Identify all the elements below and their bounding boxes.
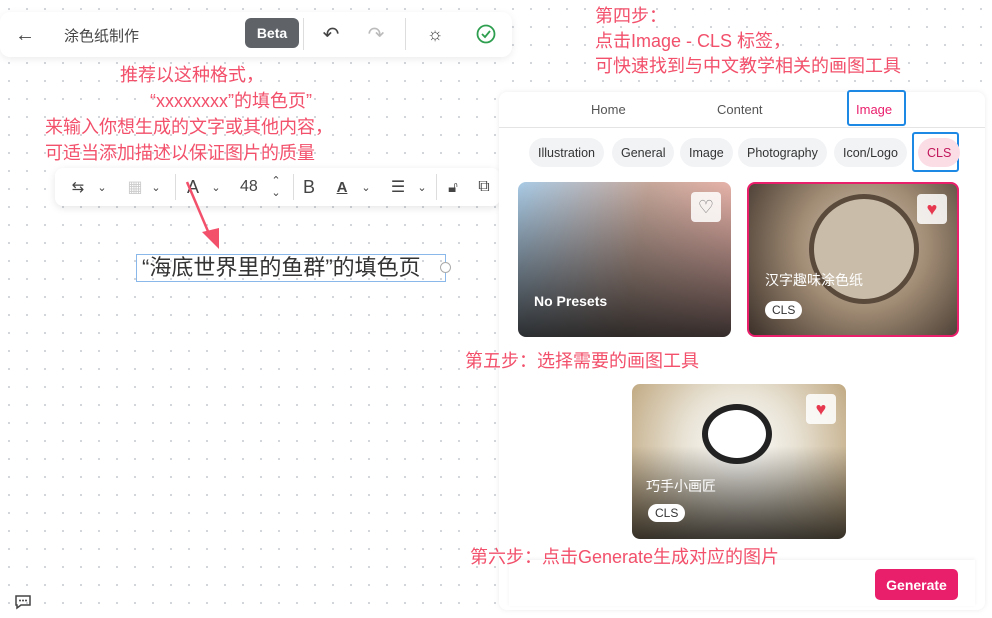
redo-icon[interactable]: ↷ [364, 22, 388, 46]
chevron-down-icon[interactable]: ⌄ [209, 176, 223, 198]
top-bar: ← 涂色纸制作 Beta ↶ ↷ ☼ [0, 12, 512, 57]
undo-icon[interactable]: ↶ [319, 22, 343, 46]
chip-general[interactable]: General [612, 138, 675, 167]
font-size-stepper-icon[interactable]: ⌃ ⌄ [268, 172, 284, 202]
chip-icon-logo[interactable]: Icon/Logo [834, 138, 907, 167]
chip-image[interactable]: Image [680, 138, 733, 167]
annotation-format-1: 推荐以这种格式， [120, 65, 264, 85]
bold-icon[interactable]: B [298, 176, 320, 198]
heart-filled-icon[interactable]: ♥ [806, 394, 836, 424]
chevron-down-icon[interactable]: ⌄ [359, 176, 373, 198]
align-icon[interactable]: ☰ [387, 176, 409, 198]
heart-filled-icon[interactable]: ♥ [917, 194, 947, 224]
chevron-down-icon[interactable]: ⌄ [415, 176, 429, 198]
tab-image[interactable]: Image [856, 102, 892, 117]
swap-icon[interactable]: ⇆ [67, 176, 89, 198]
rotate-handle[interactable] [440, 262, 451, 273]
chevron-down-icon[interactable]: ⌄ [95, 176, 109, 198]
annotation-format-4: 可适当添加描述以保证图片的质量 [45, 143, 315, 163]
card-tag: CLS [648, 504, 686, 522]
tab-home[interactable]: Home [591, 102, 626, 117]
chip-illustration[interactable]: Illustration [529, 138, 604, 167]
chip-photography[interactable]: Photography [738, 138, 827, 167]
annotation-step6: 第六步：点击Generate生成对应的图片 [470, 547, 780, 567]
card-name: 巧手小画匠 [646, 478, 716, 494]
annotation-step5: 第五步：选择需要的画图工具 [465, 351, 699, 371]
check-circle-icon[interactable] [474, 22, 498, 46]
text-toolbar: ⇆ ⌄ ▦ ⌄ A ⌄ 48 ⌃ ⌄ B A ⌄ ☰ ⌄ 🔓︎ ⧉ [55, 168, 500, 206]
sun-icon[interactable]: ☼ [423, 22, 447, 46]
card-name: No Presets [534, 293, 608, 309]
annotation-step4-line: 可快速找到与中文教学相关的画图工具 [595, 56, 901, 76]
fill-pattern-icon[interactable]: ▦ [125, 177, 145, 197]
annotation-step4-line: 第四步： [595, 6, 667, 26]
card-name: 汉字趣味涂色纸 [765, 272, 863, 288]
preset-card-painter[interactable]: ♥ 巧手小画匠 CLS [632, 384, 846, 539]
text-color-icon[interactable]: A [331, 176, 353, 198]
unlock-icon[interactable]: 🔓︎ [442, 176, 464, 198]
font-icon[interactable]: A [182, 176, 204, 198]
document-title[interactable]: 涂色纸制作 [64, 25, 139, 46]
font-size-value[interactable]: 48 [240, 178, 258, 196]
chat-icon[interactable] [12, 592, 34, 612]
annotation-step4-line: 点击Image - CLS 标签， [595, 31, 792, 51]
beta-badge: Beta [245, 18, 299, 48]
chip-cls[interactable]: CLS [918, 138, 961, 167]
annotation-format-3: 来输入你想生成的文字或其他内容， [45, 117, 333, 137]
panda-illustration [702, 404, 772, 464]
annotation-format-2: “xxxxxxxx”的填色页” [150, 91, 312, 111]
tab-content[interactable]: Content [717, 102, 763, 117]
generate-button[interactable]: Generate [875, 569, 958, 600]
preset-card-hanzi-coloring[interactable]: ♥ 汉字趣味涂色纸 CLS [747, 182, 959, 337]
chevron-down-icon[interactable]: ⌄ [149, 176, 163, 198]
preset-card-no-presets[interactable]: ♡ No Presets [518, 182, 731, 337]
back-arrow-icon[interactable]: ← [12, 22, 38, 48]
heart-outline-icon[interactable]: ♡ [691, 192, 721, 222]
card-tag: CLS [765, 301, 803, 319]
annotation-step4: 第四步： 点击Image - CLS 标签， 可快速找到与中文教学相关的画图工具 [595, 4, 901, 79]
canvas-text-element[interactable]: “海底世界里的鱼群”的填色页 [136, 254, 446, 282]
copy-icon[interactable]: ⧉ [473, 176, 495, 198]
